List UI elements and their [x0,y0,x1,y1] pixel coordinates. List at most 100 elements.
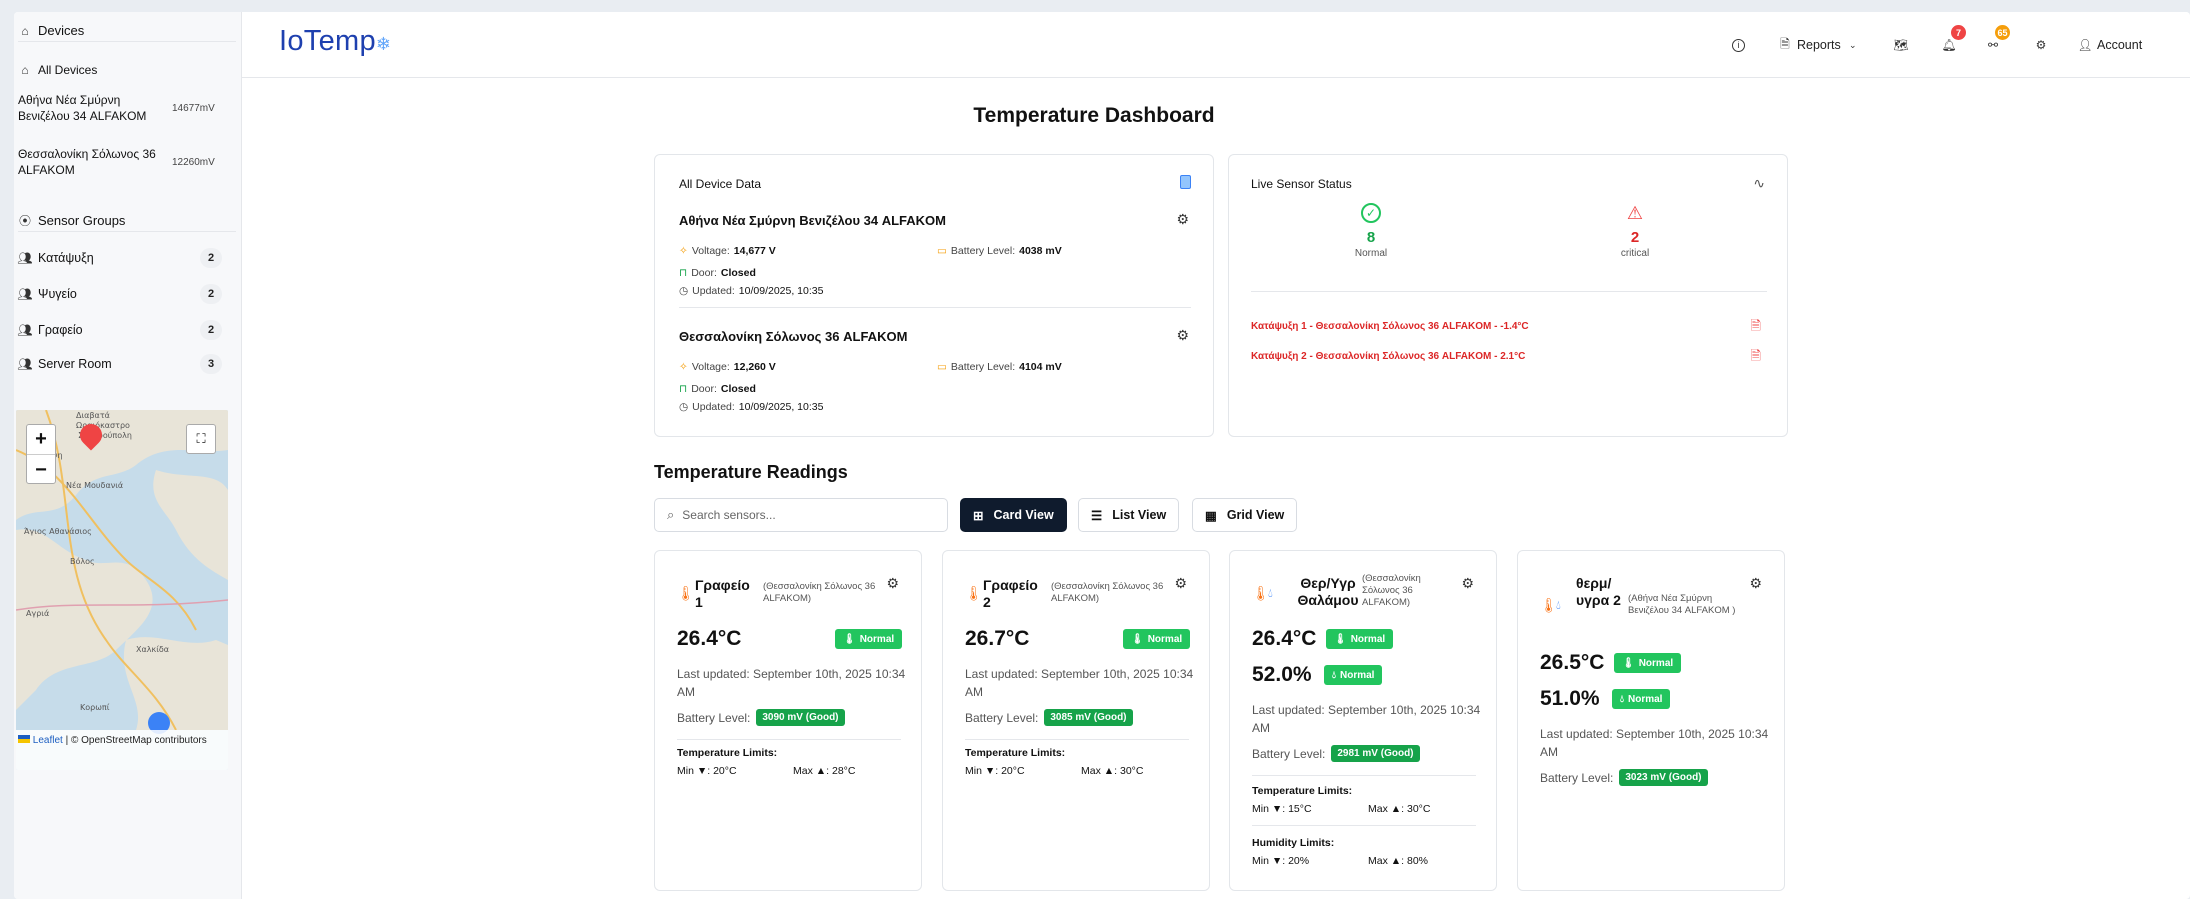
max-limit: Max ▲: 30°C [1368,803,1431,815]
search-input[interactable]: ⌕ Search sensors... [654,498,948,532]
grid-view-button[interactable]: ▦ Grid View [1192,498,1298,532]
device-settings-gear-icon[interactable]: ⚙ [1176,211,1189,228]
temperature-value: 26.4°C [1252,627,1317,650]
group-count: 2 [200,284,222,304]
group-item-grafeio[interactable]: 👥︎ Γραφείο 2 [17,316,222,344]
account-menu[interactable]: 👤︎ Account [2077,34,2142,56]
users-icon: 👥︎ [17,251,33,265]
divider [965,739,1189,740]
map-button[interactable]: 🗺︎ [1893,34,1909,56]
battery-label: Battery Level: [1540,770,1614,785]
critical-status: ⚠ 2 critical [1605,203,1665,259]
sensor-location: (Θεσσαλονίκη Σόλωνος 36 ALFAKOM) [763,581,876,604]
updated-label: Updated: [692,285,735,297]
map-zoom-in-button[interactable]: + [27,425,55,455]
map-zoom-out-button[interactable]: − [27,455,55,485]
droplet-icon: 💧︎ [1268,586,1273,600]
device-map[interactable]: Διαβατά Ωραιόκαστρο Σταυρούπολη Πολίχνη … [16,410,228,770]
page-title: Temperature Dashboard [973,104,1215,127]
sensor-settings-gear-icon[interactable]: ⚙ [1749,575,1762,592]
chevron-down-icon: ⌄ [1849,39,1857,50]
sensor-name-text: Γραφείο [983,577,1038,593]
all-devices-label: All Devices [38,63,98,77]
list-view-button[interactable]: ☰ List View [1078,498,1180,532]
sensor-name-text: Γραφείο [695,577,750,593]
updated-label: Updated: [692,401,735,413]
card-view-button[interactable]: ⊞ Card View [960,498,1067,532]
file-alert-icon[interactable]: 🗎 [1751,317,1761,339]
updated-value: 10/09/2025, 10:35 [738,401,824,413]
alerts-button[interactable]: ⚯ 65 [1986,25,2010,56]
clock-icon: ◷ [679,285,689,297]
home-icon: ⌂ [21,63,29,77]
brand-logo[interactable]: IoTemp❄ [279,25,391,58]
sensor-card[interactable]: 🌡︎ Γραφείο 1 (Θεσσαλονίκη Σόλωνος 36 ALF… [654,550,922,891]
temperature-status-badge: 🌡︎ Normal [1123,629,1191,649]
map-zoom-control: + − [26,424,56,484]
file-alert-icon[interactable]: 🗎 [1751,347,1761,369]
sensor-name: Γραφείο 1 [695,577,750,611]
group-item-katapsyxi[interactable]: 👥︎ Κατάψυξη 2 [17,244,222,272]
door-icon: ⊓ [679,267,688,279]
info-button[interactable]: i [1732,34,1745,56]
sidebar-device-thessaloniki[interactable]: Θεσσαλονίκη Σόλωνος 36 ALFAKOM 12260mV [18,146,236,178]
temperature-status-badge: 🌡︎ Normal [835,629,903,649]
sensor-card[interactable]: 🌡︎ 💧︎ Θερ/Υγρ Θαλάμου (Θεσσαλονίκη Σόλων… [1229,550,1497,891]
leaflet-link[interactable]: Leaflet [33,735,63,746]
voltage-icon: ✧ [679,245,688,257]
sensor-location: (Θεσσαλονίκη Σόλωνος 36 ALFAKOM) [1362,573,1421,608]
device-updated: ◷ Updated: 10/09/2025, 10:35 [679,285,823,297]
sensor-card[interactable]: 🌡︎ Γραφείο 2 (Θεσσαλονίκη Σόλωνος 36 ALF… [942,550,1210,891]
sensor-settings-gear-icon[interactable]: ⚙ [886,575,899,592]
battery-label: Battery Level: [1252,746,1326,761]
link-icon: ⚯ [1987,38,1999,52]
divider [677,739,901,740]
min-limit: Min ▼: 20°C [965,765,1025,777]
temperature-value: 26.5°C [1540,651,1605,674]
group-item-psygeio[interactable]: 👥︎ Ψυγείο 2 [17,280,222,308]
info-icon: i [1732,38,1745,52]
live-sensor-status-panel: Live Sensor Status ∿ ✓ 8 Normal ⚠ 2 crit… [1228,154,1788,437]
group-item-server-room[interactable]: 👥︎ Server Room 3 [17,350,222,378]
divider [679,307,1191,308]
temperature-value: 26.4°C [677,627,742,650]
device-voltage: 12260mV [172,156,215,168]
list-view-label: List View [1112,508,1167,522]
device-battery: ▭ Battery Level: 4104 mV [937,361,1062,373]
sensor-groups-header: ⦿ Sensor Groups [18,210,236,232]
battery-badge: 3023 mV (Good) [1619,769,1708,786]
warning-icon: ⚠ [1626,203,1644,223]
bookmark-icon[interactable] [1180,175,1191,189]
humidity-min-limit: Min ▼: 20% [1252,855,1310,867]
sensor-settings-gear-icon[interactable]: ⚙ [1174,575,1187,592]
sidebar: ⌂ Devices ⌂ All Devices Αθήνα Νέα Σμύρνη… [14,12,242,899]
group-count: 2 [200,248,222,268]
notifications-button[interactable]: 🔔︎ 7 [1941,25,1966,56]
devices-header-label: Devices [38,23,85,38]
thermometer-icon: 🌡︎ [965,585,983,601]
status-text: Normal [1340,669,1375,681]
map-icon: 🗺︎ [1893,38,1909,52]
alert-item[interactable]: Κατάψυξη 1 - Θεσσαλονίκη Σόλωνος 36 ALFA… [1251,321,1529,332]
thermometer-icon: 🌡︎ [1131,633,1144,645]
battery-badge: 2981 mV (Good) [1331,745,1420,762]
battery-badge: 3085 mV (Good) [1044,709,1133,726]
voltage-label: Voltage: [691,361,730,373]
humidity-max-limit: Max ▲: 80% [1368,855,1428,867]
status-text: Normal [1350,633,1386,645]
device-voltage: ✧ Voltage: 14,677 V [679,245,776,257]
alert-item[interactable]: Κατάψυξη 2 - Θεσσαλονίκη Σόλωνος 36 ALFA… [1251,351,1525,362]
sensor-card[interactable]: 🌡︎ 💧︎ θερμ/ υγρα 2 (Αθήνα Νέα Σμύρνη Βεν… [1517,550,1785,891]
reports-menu[interactable]: 🗎 Reports ⌄ [1778,34,1860,56]
min-limit: Min ▼: 20°C [677,765,737,777]
map-fullscreen-button[interactable]: ⛶ [186,424,216,454]
users-icon: 👥︎ [17,287,33,301]
sidebar-device-athens[interactable]: Αθήνα Νέα Σμύρνη Βενιζέλου 34 ALFAKOM 14… [18,92,236,124]
devices-header[interactable]: ⌂ Devices [18,20,236,42]
device-settings-gear-icon[interactable]: ⚙ [1176,327,1189,344]
sidebar-item-all-devices[interactable]: ⌂ All Devices [18,58,236,82]
limits-title: Temperature Limits: [965,747,1066,759]
sensor-settings-gear-icon[interactable]: ⚙ [1461,575,1474,592]
battery-level: Battery Level: 3090 mV (Good) [677,709,845,726]
settings-button[interactable]: ⚙ [2034,34,2048,56]
